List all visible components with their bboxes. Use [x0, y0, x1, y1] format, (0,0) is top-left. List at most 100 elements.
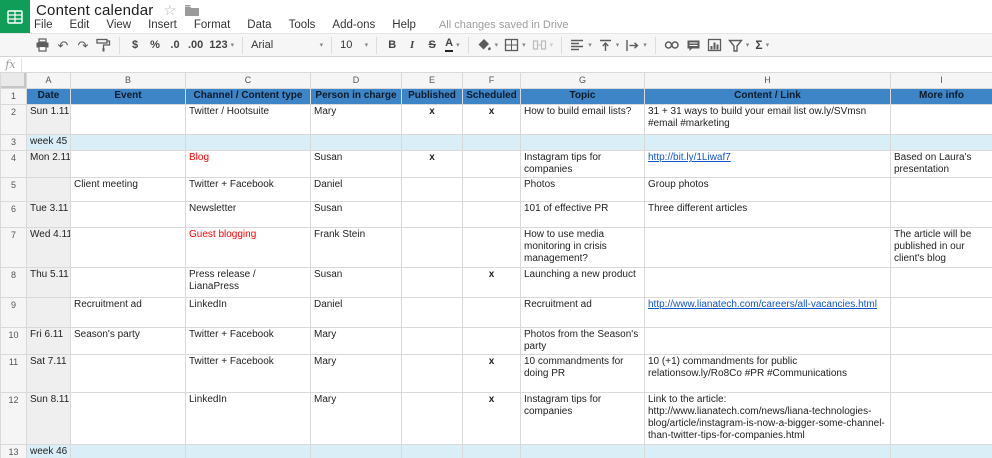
column-header-G[interactable]: G — [520, 72, 645, 89]
cell-D4[interactable]: Susan — [310, 150, 402, 178]
cell-E2[interactable]: x — [401, 104, 463, 135]
cell-F10[interactable] — [462, 327, 521, 355]
cell-G1[interactable]: Topic — [520, 88, 645, 105]
cell-B13[interactable] — [70, 444, 186, 458]
cell-I11[interactable] — [890, 354, 992, 393]
merge-cells-button[interactable]: ▾ — [529, 35, 557, 55]
strikethrough-button[interactable]: S — [422, 35, 442, 55]
row-header-3[interactable]: 3 — [0, 134, 27, 151]
cell-C9[interactable]: LinkedIn — [185, 297, 311, 328]
cell-D1[interactable]: Person in charge — [310, 88, 402, 105]
cell-I5[interactable] — [890, 177, 992, 202]
cell-E12[interactable] — [401, 392, 463, 445]
cell-C4[interactable]: Blog — [185, 150, 311, 178]
number-format-button[interactable]: 123 ▾ — [206, 35, 237, 55]
menu-add-ons[interactable]: Add-ons — [332, 19, 375, 31]
cell-H2[interactable]: 31 + 31 ways to build your email list ow… — [644, 104, 891, 135]
menu-data[interactable]: Data — [247, 19, 271, 31]
cell-G4[interactable]: Instagram tips for companies — [520, 150, 645, 178]
cell-E3[interactable] — [401, 134, 463, 151]
cell-A4[interactable]: Mon 2.11 — [26, 150, 71, 178]
row-header-5[interactable]: 5 — [0, 177, 27, 202]
cell-C12[interactable]: LinkedIn — [185, 392, 311, 445]
cell-F1[interactable]: Scheduled — [462, 88, 521, 105]
column-header-D[interactable]: D — [310, 72, 402, 89]
formula-input[interactable] — [22, 58, 992, 72]
vertical-align-button[interactable]: ▾ — [595, 35, 623, 55]
cell-I2[interactable] — [890, 104, 992, 135]
cell-B7[interactable] — [70, 227, 186, 268]
cell-B2[interactable] — [70, 104, 186, 135]
cell-E5[interactable] — [401, 177, 463, 202]
cell-F7[interactable] — [462, 227, 521, 268]
cell-C5[interactable]: Twitter + Facebook — [185, 177, 311, 202]
insert-chart-button[interactable] — [704, 35, 725, 55]
cell-H3[interactable] — [644, 134, 891, 151]
cell-H5[interactable]: Group photos — [644, 177, 891, 202]
bold-button[interactable]: B — [382, 35, 402, 55]
cell-F3[interactable] — [462, 134, 521, 151]
cell-F13[interactable] — [462, 444, 521, 458]
cell-C1[interactable]: Channel / Content type — [185, 88, 311, 105]
cell-G13[interactable] — [520, 444, 645, 458]
menu-edit[interactable]: Edit — [70, 19, 90, 31]
cell-I1[interactable]: More info — [890, 88, 992, 105]
cell-I3[interactable] — [890, 134, 992, 151]
cell-A13[interactable]: week 46 — [26, 444, 71, 458]
cell-D8[interactable]: Susan — [310, 267, 402, 298]
row-header-2[interactable]: 2 — [0, 104, 27, 135]
cell-A1[interactable]: Date — [26, 88, 71, 105]
select-all-corner[interactable] — [0, 72, 27, 89]
cell-A2[interactable]: Sun 1.11 — [26, 104, 71, 135]
row-header-11[interactable]: 11 — [0, 354, 27, 393]
cell-D12[interactable]: Mary — [310, 392, 402, 445]
cell-F5[interactable] — [462, 177, 521, 202]
cell-G7[interactable]: How to use media monitoring in crisis ma… — [520, 227, 645, 268]
cell-I9[interactable] — [890, 297, 992, 328]
cell-B8[interactable] — [70, 267, 186, 298]
filter-button[interactable]: ▾ — [725, 35, 753, 55]
cell-A3[interactable]: week 45 — [26, 134, 71, 151]
cell-G8[interactable]: Launching a new product — [520, 267, 645, 298]
redo-button[interactable]: ↷ — [73, 35, 93, 55]
column-header-C[interactable]: C — [185, 72, 311, 89]
cell-B4[interactable] — [70, 150, 186, 178]
cell-H7[interactable] — [644, 227, 891, 268]
cell-E1[interactable]: Published — [401, 88, 463, 105]
column-header-A[interactable]: A — [26, 72, 71, 89]
cell-H10[interactable] — [644, 327, 891, 355]
cell-I8[interactable] — [890, 267, 992, 298]
menu-insert[interactable]: Insert — [148, 19, 177, 31]
cell-F12[interactable]: x — [462, 392, 521, 445]
cell-E9[interactable] — [401, 297, 463, 328]
column-header-F[interactable]: F — [462, 72, 521, 89]
column-header-E[interactable]: E — [401, 72, 463, 89]
menu-tools[interactable]: Tools — [289, 19, 316, 31]
cell-A8[interactable]: Thu 5.11 — [26, 267, 71, 298]
row-header-6[interactable]: 6 — [0, 201, 27, 228]
cell-C6[interactable]: Newsletter — [185, 201, 311, 228]
cell-I6[interactable] — [890, 201, 992, 228]
cell-D13[interactable] — [310, 444, 402, 458]
paint-format-button[interactable] — [93, 35, 114, 55]
cell-D5[interactable]: Daniel — [310, 177, 402, 202]
cell-A10[interactable]: Fri 6.11 — [26, 327, 71, 355]
cell-H9[interactable]: http://www.lianatech.com/careers/all-vac… — [644, 297, 891, 328]
cell-F9[interactable] — [462, 297, 521, 328]
cell-G10[interactable]: Photos from the Season's party — [520, 327, 645, 355]
cell-D2[interactable]: Mary — [310, 104, 402, 135]
column-header-I[interactable]: I — [890, 72, 992, 89]
cell-D7[interactable]: Frank Stein — [310, 227, 402, 268]
font-size-select[interactable]: 10 ▾ — [337, 35, 371, 55]
cell-C7[interactable]: Guest blogging — [185, 227, 311, 268]
undo-button[interactable]: ↶ — [53, 35, 73, 55]
cell-C8[interactable]: Press release / LianaPress — [185, 267, 311, 298]
cell-I13[interactable] — [890, 444, 992, 458]
row-header-10[interactable]: 10 — [0, 327, 27, 355]
cell-G2[interactable]: How to build email lists? — [520, 104, 645, 135]
cell-G5[interactable]: Photos — [520, 177, 645, 202]
cell-F6[interactable] — [462, 201, 521, 228]
folder-icon[interactable] — [185, 4, 200, 16]
cell-H13[interactable] — [644, 444, 891, 458]
cell-D10[interactable]: Mary — [310, 327, 402, 355]
